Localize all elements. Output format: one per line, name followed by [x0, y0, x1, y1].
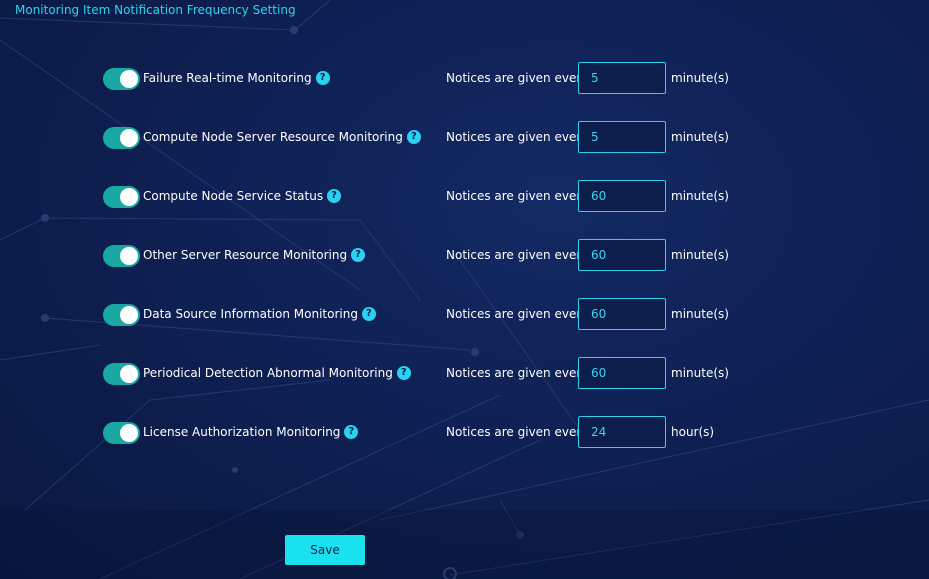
frequency-input[interactable]	[578, 62, 666, 94]
question-circle-icon[interactable]: ?	[361, 307, 376, 321]
frequency-input[interactable]	[578, 416, 666, 448]
question-circle-icon[interactable]: ?	[406, 130, 421, 144]
toggle-knob	[120, 70, 138, 88]
frequency-input[interactable]	[578, 180, 666, 212]
frequency-input[interactable]	[578, 121, 666, 153]
notification-row-compute-node-service-status: Compute Node Service Status? Notices are…	[103, 180, 743, 214]
row-label: Compute Node Server Resource Monitoring?	[143, 130, 421, 144]
toggle-knob	[120, 247, 138, 265]
frequency-input[interactable]	[578, 357, 666, 389]
notice-text: Notices are given every	[446, 366, 589, 380]
frequency-input[interactable]	[578, 298, 666, 330]
notification-row-other-server-resource: Other Server Resource Monitoring? Notice…	[103, 239, 743, 273]
question-circle-icon[interactable]: ?	[351, 248, 366, 262]
enable-toggle[interactable]	[103, 363, 140, 385]
enable-toggle[interactable]	[103, 245, 140, 267]
notice-text: Notices are given every	[446, 248, 589, 262]
enable-toggle[interactable]	[103, 186, 140, 208]
row-label-text: Compute Node Service Status	[143, 189, 324, 203]
row-label: Compute Node Service Status?	[143, 189, 342, 203]
toggle-knob	[120, 306, 138, 324]
notification-row-license-authorization: License Authorization Monitoring? Notice…	[103, 416, 743, 450]
notification-row-periodical-detection-abnormal: Periodical Detection Abnormal Monitoring…	[103, 357, 743, 391]
toggle-knob	[120, 365, 138, 383]
row-label-text: Data Source Information Monitoring	[143, 307, 358, 321]
row-label-text: Other Server Resource Monitoring	[143, 248, 348, 262]
enable-toggle[interactable]	[103, 304, 140, 326]
notification-row-data-source-information: Data Source Information Monitoring? Noti…	[103, 298, 743, 332]
row-label: Periodical Detection Abnormal Monitoring…	[143, 366, 411, 380]
frequency-input[interactable]	[578, 239, 666, 271]
row-label-text: License Authorization Monitoring	[143, 425, 341, 439]
notice-text: Notices are given every	[446, 425, 589, 439]
save-button[interactable]: Save	[285, 535, 365, 565]
row-label: License Authorization Monitoring?	[143, 425, 359, 439]
question-circle-icon[interactable]: ?	[327, 189, 342, 203]
toggle-knob	[120, 424, 138, 442]
row-label: Failure Real-time Monitoring?	[143, 71, 330, 85]
unit-text: hour(s)	[671, 425, 715, 439]
enable-toggle[interactable]	[103, 68, 140, 90]
question-circle-icon[interactable]: ?	[344, 425, 359, 439]
unit-text: minute(s)	[671, 366, 729, 380]
notification-row-failure-realtime: Failure Real-time Monitoring? Notices ar…	[103, 62, 743, 96]
toggle-knob	[120, 188, 138, 206]
unit-text: minute(s)	[671, 71, 729, 85]
row-label: Other Server Resource Monitoring?	[143, 248, 366, 262]
enable-toggle[interactable]	[103, 422, 140, 444]
unit-text: minute(s)	[671, 307, 729, 321]
unit-text: minute(s)	[671, 189, 729, 203]
question-circle-icon[interactable]: ?	[396, 366, 411, 380]
notice-text: Notices are given every	[446, 189, 589, 203]
question-circle-icon[interactable]: ?	[315, 71, 330, 85]
notice-text: Notices are given every	[446, 71, 589, 85]
notice-text: Notices are given every	[446, 307, 589, 321]
row-label-text: Failure Real-time Monitoring	[143, 71, 312, 85]
notification-row-compute-node-server-resource: Compute Node Server Resource Monitoring?…	[103, 121, 743, 155]
notice-text: Notices are given every	[446, 130, 589, 144]
row-label-text: Periodical Detection Abnormal Monitoring	[143, 366, 393, 380]
unit-text: minute(s)	[671, 248, 729, 262]
row-label: Data Source Information Monitoring?	[143, 307, 376, 321]
page-title: Monitoring Item Notification Frequency S…	[15, 3, 296, 17]
toggle-knob	[120, 129, 138, 147]
unit-text: minute(s)	[671, 130, 729, 144]
row-label-text: Compute Node Server Resource Monitoring	[143, 130, 403, 144]
enable-toggle[interactable]	[103, 127, 140, 149]
